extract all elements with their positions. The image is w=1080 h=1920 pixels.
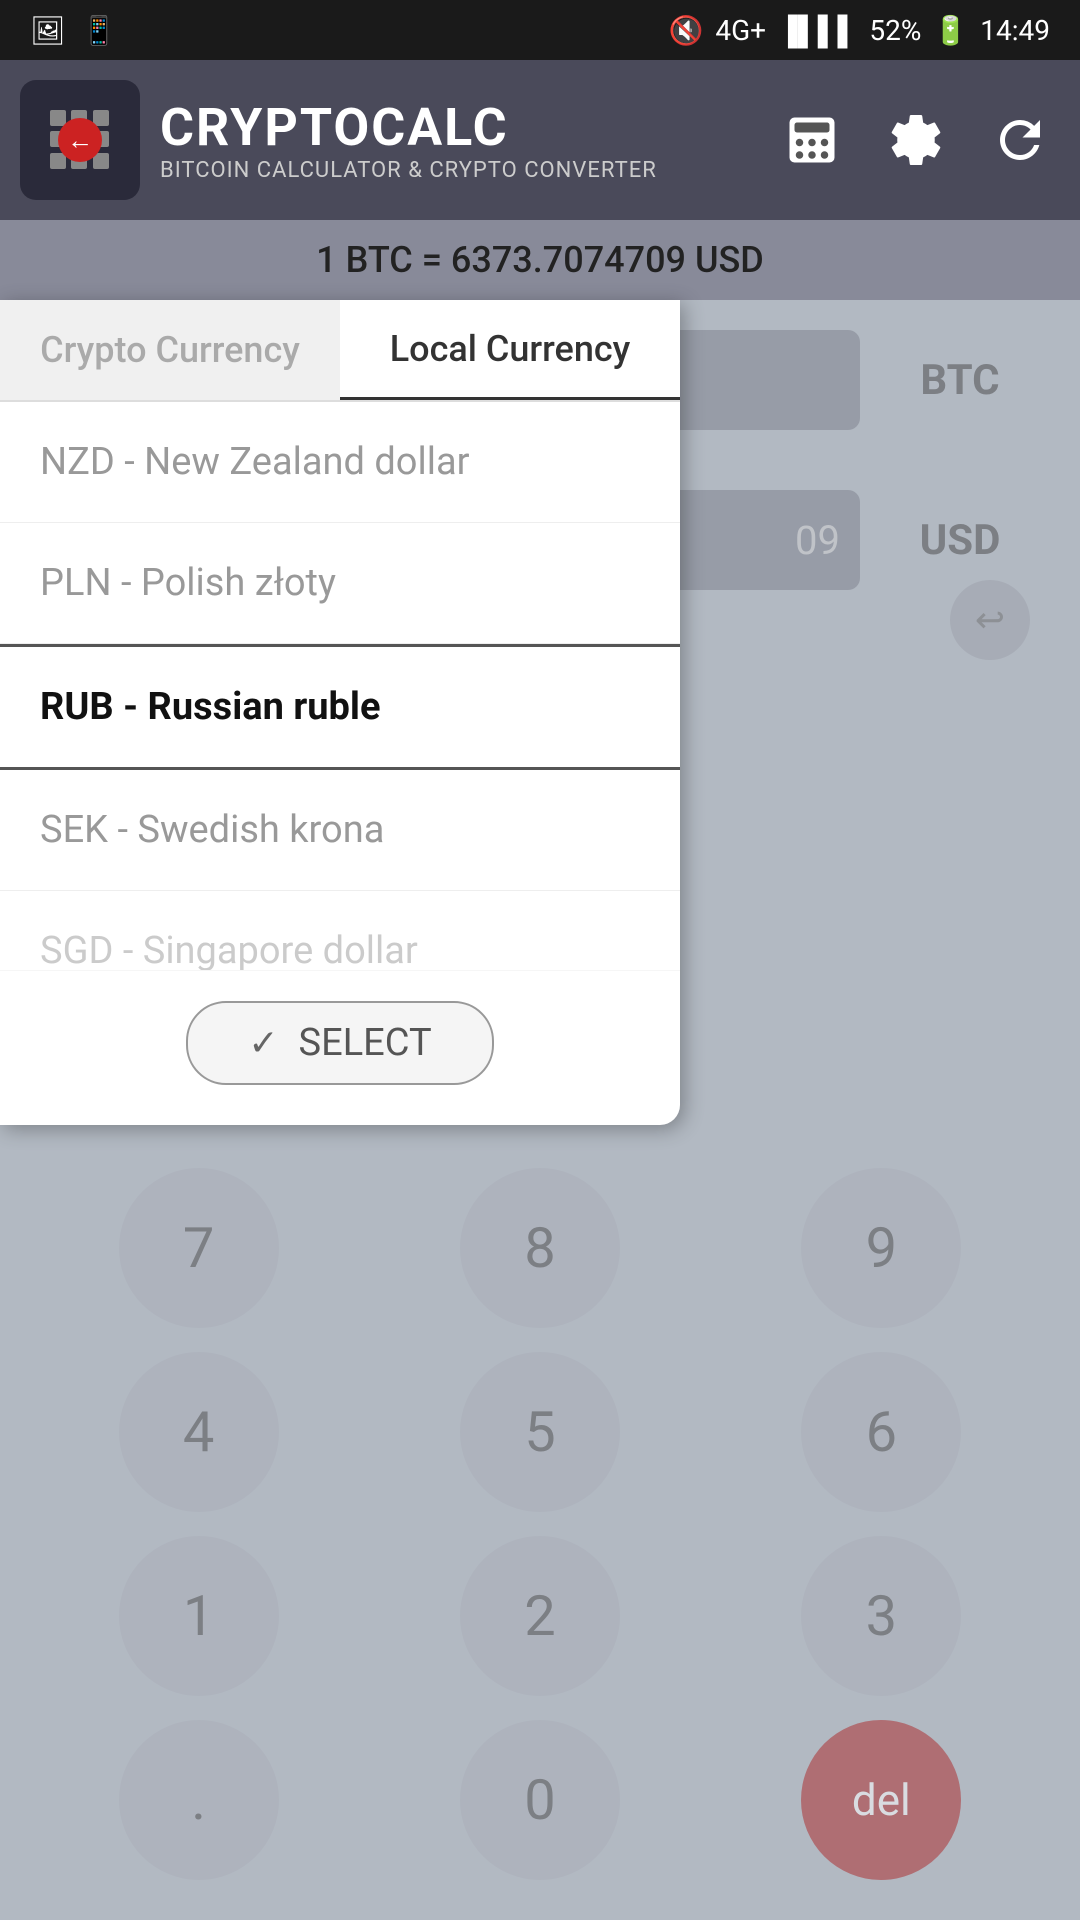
currency-picker-modal: Crypto Currency Local Currency NZD - New… <box>0 300 680 1125</box>
rate-bar: 1 BTC = 6373.7074709 USD <box>0 220 1080 300</box>
status-bar: 🖼 📱 🔇 4G+ ▐▌▌▌ 52% 🔋 14:49 <box>0 0 1080 60</box>
phone-icon: 📱 <box>82 14 117 47</box>
currency-item-sek[interactable]: SEK - Swedish krona <box>0 770 680 891</box>
app-header: ← CRYPTOCALC BITCOIN CALCULATOR & CRYPTO… <box>0 60 1080 220</box>
app-name: CRYPTOCALC <box>160 97 657 158</box>
header-actions <box>772 100 1060 180</box>
calculator-icon <box>782 110 842 170</box>
tab-local-currency[interactable]: Local Currency <box>340 300 680 400</box>
settings-icon <box>886 110 946 170</box>
logo-arrow-icon: ← <box>58 118 102 162</box>
currency-item-pln[interactable]: PLN - Polish złoty <box>0 523 680 644</box>
currency-item-sgd[interactable]: SGD - Singapore dollar <box>0 891 680 971</box>
battery-icon: 🔋 <box>933 14 968 47</box>
select-label: SELECT <box>299 1021 432 1065</box>
modal-tabs: Crypto Currency Local Currency <box>0 300 680 402</box>
status-left-icons: 🖼 📱 <box>30 14 116 47</box>
clock: 14:49 <box>980 14 1050 47</box>
calculator-button[interactable] <box>772 100 852 180</box>
currency-list: NZD - New Zealand dollar PLN - Polish zł… <box>0 402 680 971</box>
network-indicator: 4G+ <box>715 14 766 47</box>
header-title: CRYPTOCALC BITCOIN CALCULATOR & CRYPTO C… <box>160 97 657 183</box>
signal-icon: ▐▌▌▌ <box>778 14 857 47</box>
currency-item-nzd[interactable]: NZD - New Zealand dollar <box>0 402 680 523</box>
image-icon: 🖼 <box>30 14 66 47</box>
check-icon: ✓ <box>248 1022 278 1064</box>
app-subtitle: BITCOIN CALCULATOR & CRYPTO CONVERTER <box>160 158 657 183</box>
select-button-area: ✓ SELECT <box>0 971 680 1095</box>
app-logo: ← <box>20 80 140 200</box>
settings-button[interactable] <box>876 100 956 180</box>
mute-icon: 🔇 <box>668 14 703 47</box>
refresh-button[interactable] <box>980 100 1060 180</box>
battery-indicator: 52% <box>869 14 921 47</box>
select-button[interactable]: ✓ SELECT <box>186 1001 493 1085</box>
tab-crypto-currency[interactable]: Crypto Currency <box>0 300 340 400</box>
currency-item-rub[interactable]: RUB - Russian ruble <box>0 644 680 770</box>
refresh-icon <box>990 110 1050 170</box>
rate-text: 1 BTC = 6373.7074709 USD <box>316 239 764 281</box>
status-right-icons: 🔇 4G+ ▐▌▌▌ 52% 🔋 14:49 <box>668 14 1050 47</box>
main-area: BTC ↩ 09 USD 7 8 9 4 5 6 1 2 3 . <box>0 300 1080 1920</box>
